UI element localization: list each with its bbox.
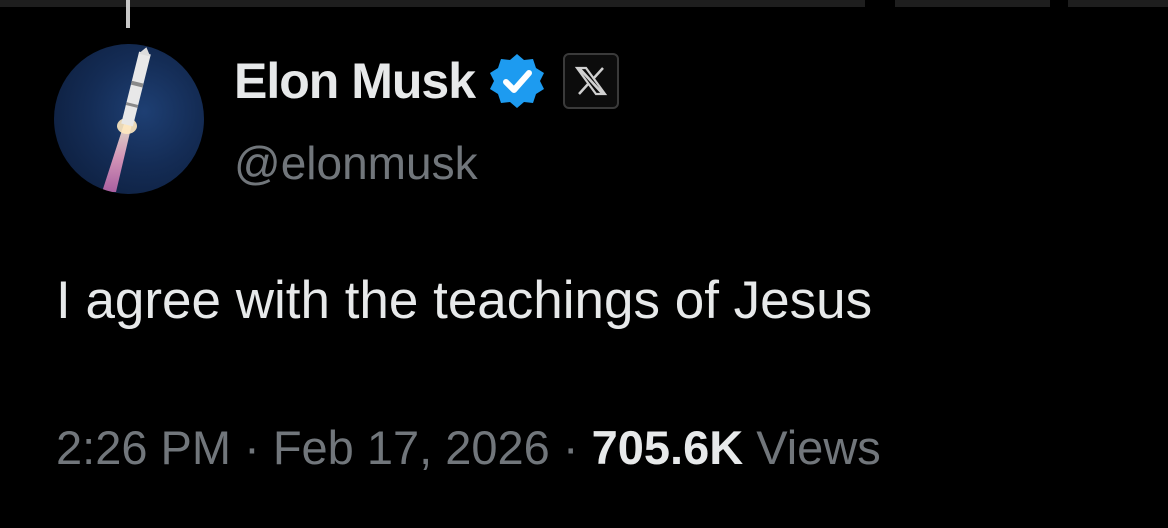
avatar[interactable] bbox=[54, 44, 204, 194]
thread-connector-line bbox=[126, 0, 130, 28]
author-name-row: Elon Musk bbox=[234, 50, 620, 112]
author-info: Elon Musk @elonmusk bbox=[234, 50, 620, 190]
rocket-launch-icon bbox=[102, 47, 151, 192]
tweet-text: I agree with the teachings of Jesus bbox=[56, 271, 873, 330]
views-label: Views bbox=[756, 421, 881, 474]
previous-tweet-edge bbox=[0, 0, 1168, 7]
views-count[interactable]: 705.6K bbox=[592, 421, 744, 474]
author-handle[interactable]: @elonmusk bbox=[234, 136, 619, 190]
tweet-date[interactable]: Feb 17, 2026 bbox=[273, 421, 550, 474]
x-logo-icon[interactable] bbox=[563, 53, 620, 109]
tweet-meta: 2:26 PM · Feb 17, 2026 · 705.6K Views bbox=[56, 420, 881, 475]
meta-separator: · bbox=[562, 421, 579, 474]
meta-separator: · bbox=[244, 421, 260, 474]
tweet-time[interactable]: 2:26 PM bbox=[56, 421, 231, 474]
verified-badge-icon[interactable] bbox=[487, 51, 547, 111]
author-display-name[interactable]: Elon Musk bbox=[234, 52, 476, 110]
